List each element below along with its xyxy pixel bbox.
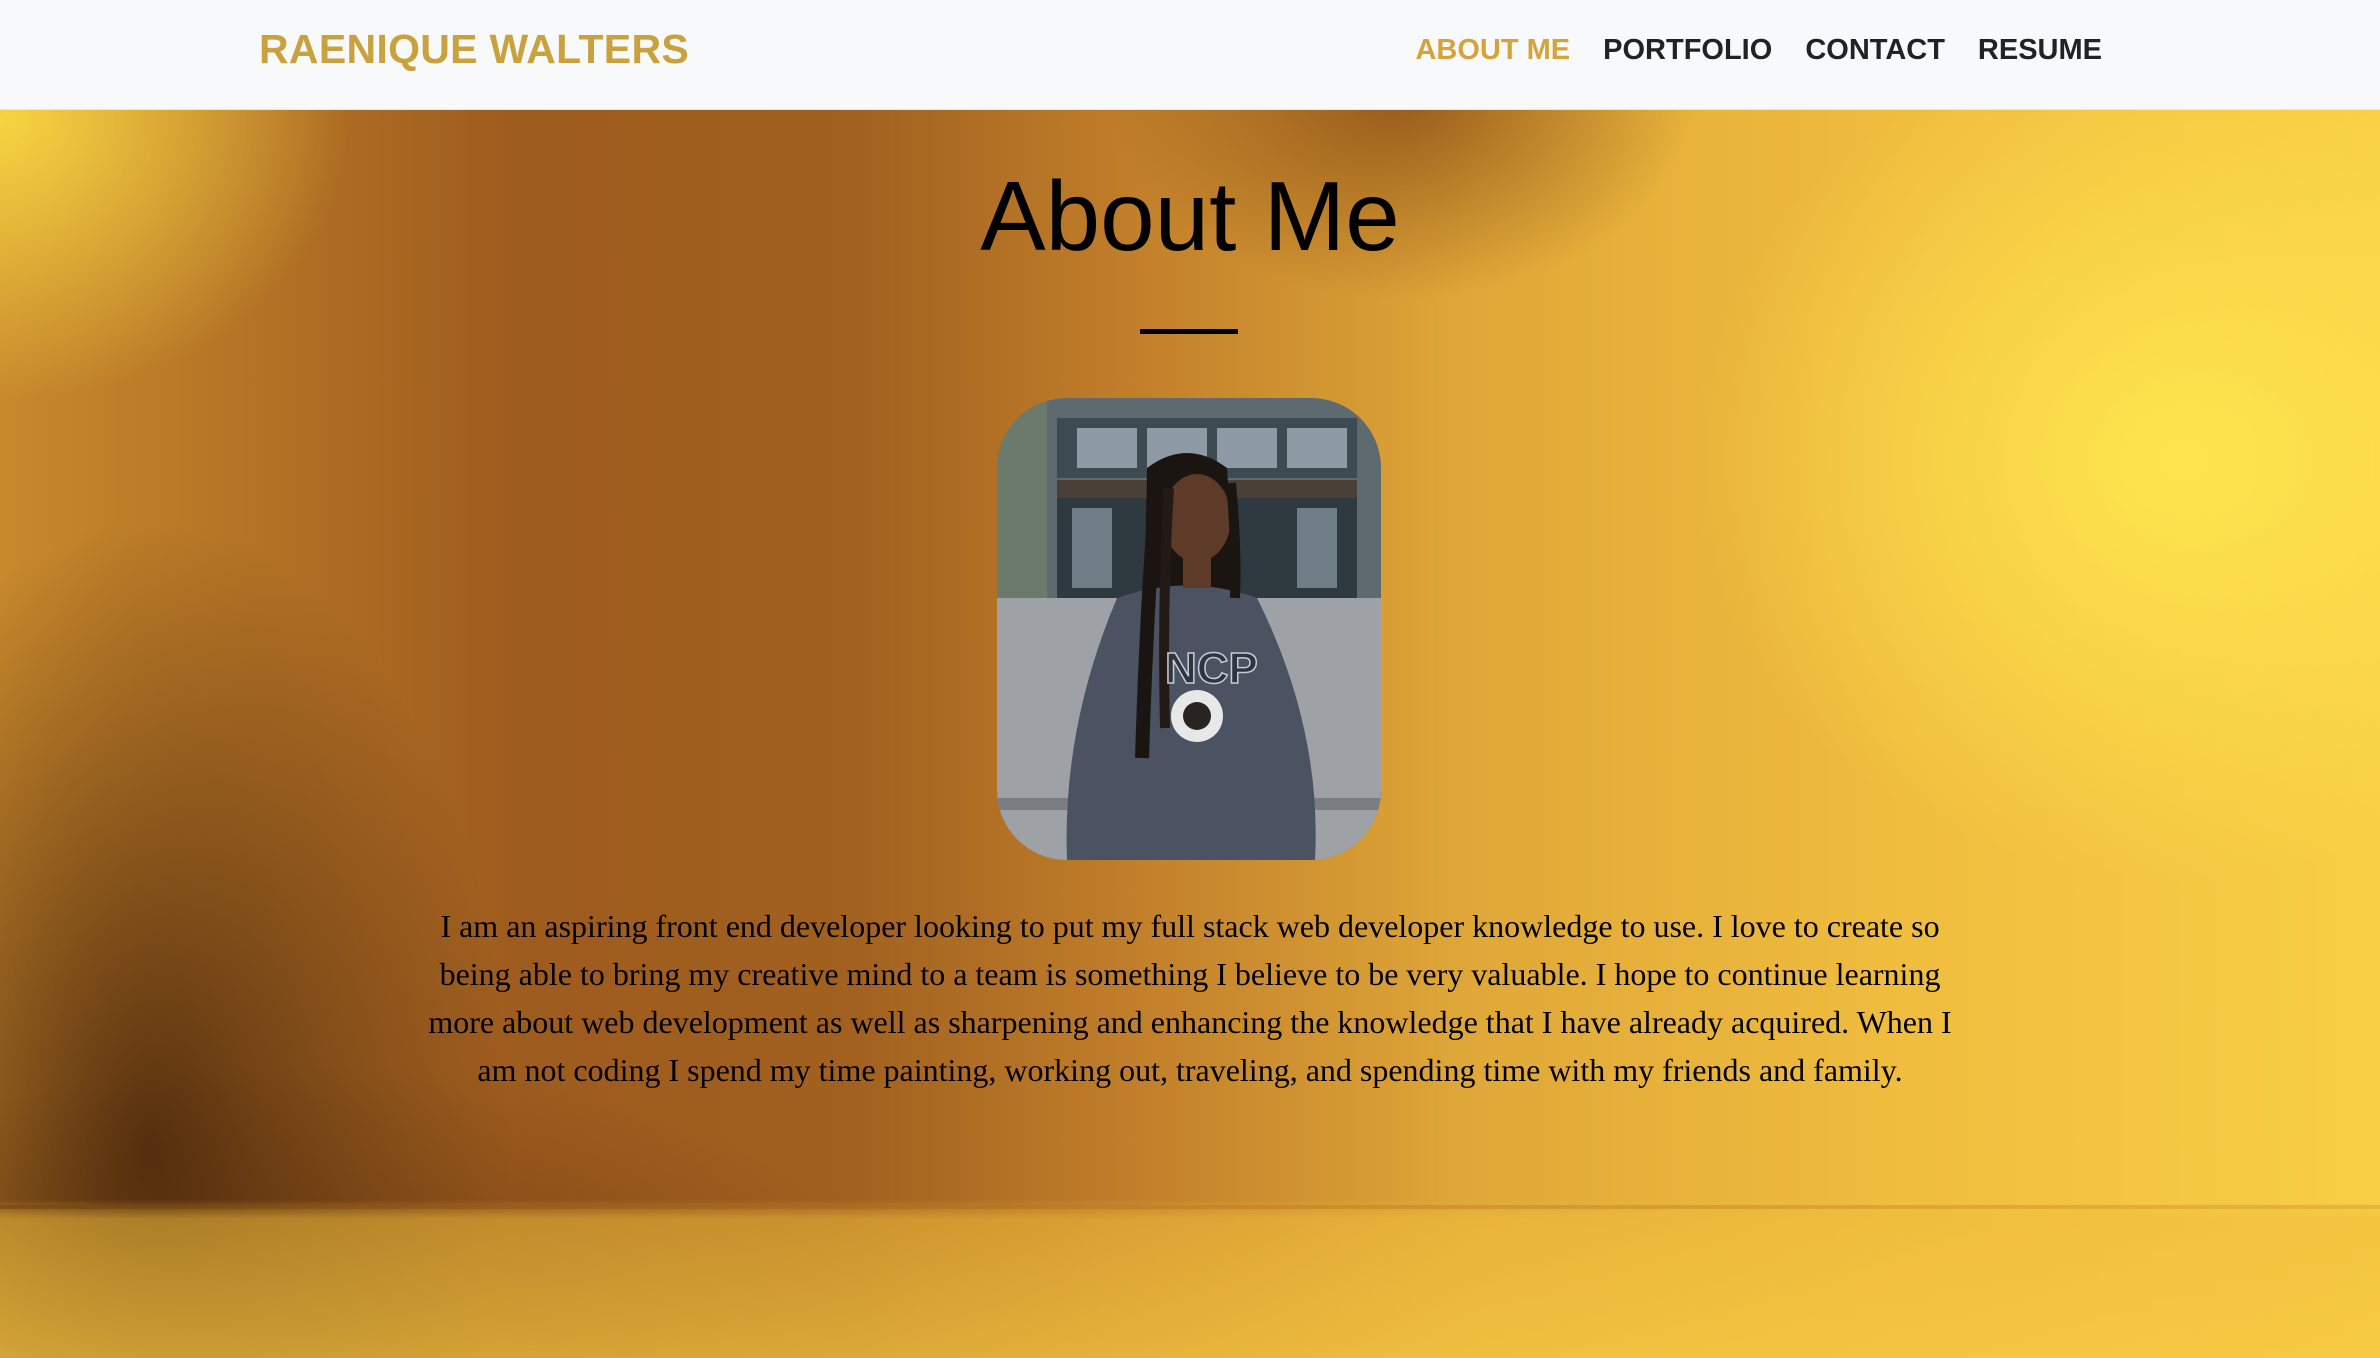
nav-link-resume[interactable]: RESUME [1978, 34, 2102, 67]
title-divider [1140, 329, 1238, 334]
profile-photo: NCP [997, 398, 1381, 860]
nav-link-about-me[interactable]: ABOUT ME [1415, 34, 1570, 67]
page-title: About Me [980, 161, 1400, 271]
nav-link-portfolio[interactable]: PORTFOLIO [1603, 34, 1772, 67]
profile-photo-illustration: NCP [997, 398, 1381, 860]
background-horizon [0, 1205, 2380, 1209]
svg-text:NCP: NCP [1165, 644, 1258, 693]
nav-links: ABOUT ME PORTFOLIO CONTACT RESUME [1415, 34, 2102, 67]
brand-logo-link[interactable]: RAENIQUE WALTERS [259, 26, 689, 73]
navbar: RAENIQUE WALTERS ABOUT ME PORTFOLIO CONT… [0, 0, 2380, 110]
nav-link-contact[interactable]: CONTACT [1805, 34, 1945, 67]
background-floor [0, 1200, 2380, 1358]
bio-paragraph: I am an aspiring front end developer loo… [428, 908, 1952, 1088]
